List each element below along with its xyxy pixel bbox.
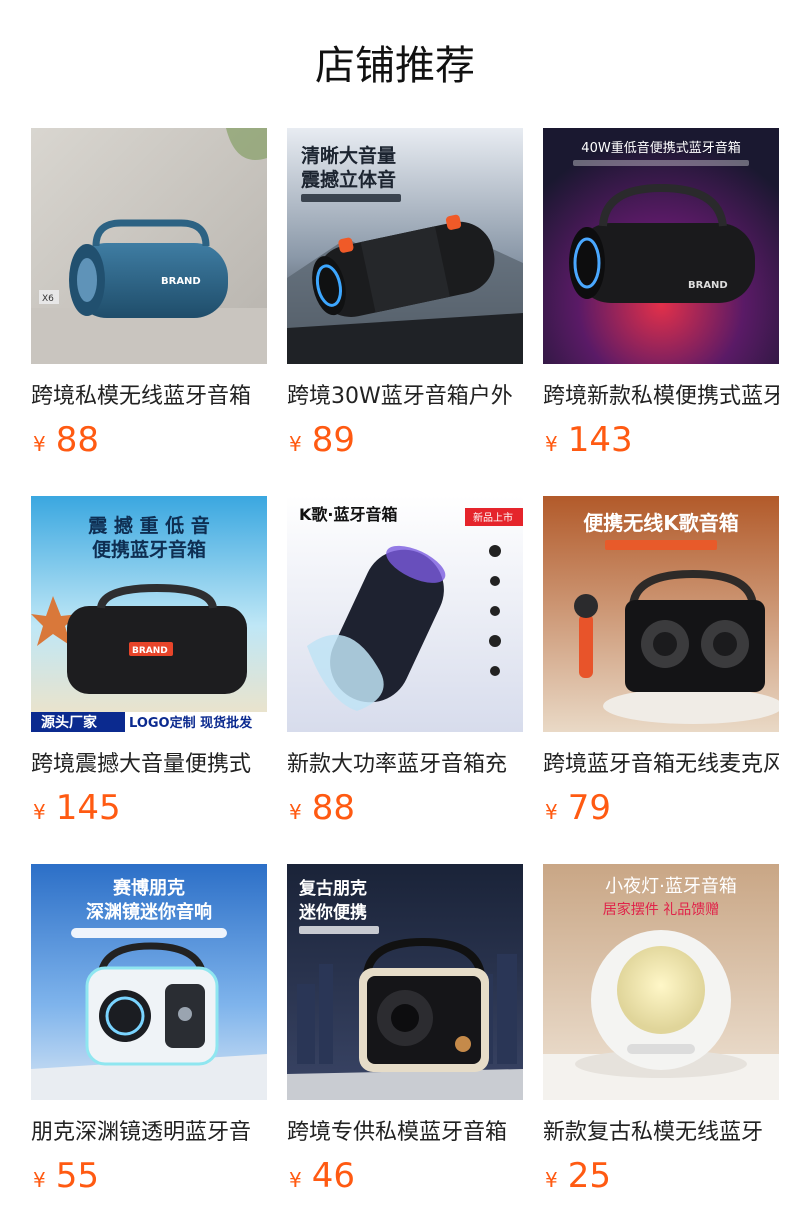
currency-symbol: ¥ bbox=[33, 432, 46, 456]
headline-line-1: 震 撼 重 低 音 bbox=[88, 514, 209, 537]
headline: K歌·蓝牙音箱 bbox=[299, 505, 397, 524]
brand-label: BRAND bbox=[688, 280, 728, 291]
product-name[interactable]: 跨境30W蓝牙音箱户外 bbox=[287, 382, 523, 412]
headline-line-2: 便携蓝牙音箱 bbox=[92, 538, 206, 561]
product-image[interactable]: K歌·蓝牙音箱 新品上市 bbox=[287, 496, 523, 732]
brand-label: BRAND bbox=[161, 276, 201, 287]
product-price: ¥ 46 bbox=[287, 1156, 523, 1196]
product-grid: BRAND X6 跨境私模无线蓝牙音箱 ¥ 88 清晰大音量 震撼立体音 跨境3… bbox=[31, 128, 790, 1232]
new-tag: 新品上市 bbox=[473, 511, 513, 524]
section-title: 店铺推荐 bbox=[315, 43, 475, 89]
headline-line-1: 赛博朋克 bbox=[112, 877, 185, 899]
product-image[interactable]: 震 撼 重 低 音 便携蓝牙音箱 BRAND 源头厂家 LOGO定制 现货批发 bbox=[31, 496, 267, 732]
product-image[interactable]: 小夜灯·蓝牙音箱 居家摆件 礼品馈赠 bbox=[543, 864, 779, 1100]
headline-line-2: 迷你便携 bbox=[298, 902, 367, 923]
headline: 小夜灯·蓝牙音箱 bbox=[605, 876, 737, 897]
product-name[interactable]: 跨境私模无线蓝牙音箱 bbox=[31, 382, 267, 412]
product-image[interactable]: 便携无线K歌音箱 bbox=[543, 496, 779, 732]
product-card[interactable]: 便携无线K歌音箱 跨境蓝牙音箱无线麦克风 ¥ 79 bbox=[543, 496, 779, 864]
product-name[interactable]: 新款大功率蓝牙音箱充 bbox=[287, 750, 523, 780]
price-amount: 145 bbox=[55, 788, 121, 828]
product-price: ¥ 145 bbox=[31, 788, 267, 828]
product-image[interactable]: 赛博朋克 深渊镜迷你音响 bbox=[31, 864, 267, 1100]
price-amount: 79 bbox=[567, 788, 611, 828]
product-price: ¥ 79 bbox=[543, 788, 779, 828]
currency-symbol: ¥ bbox=[545, 432, 558, 456]
price-amount: 46 bbox=[311, 1156, 355, 1196]
banner-left: 源头厂家 bbox=[41, 714, 98, 731]
product-name[interactable]: 跨境震撼大音量便携式 bbox=[31, 750, 267, 780]
currency-symbol: ¥ bbox=[289, 1168, 302, 1192]
currency-symbol: ¥ bbox=[545, 1168, 558, 1192]
currency-symbol: ¥ bbox=[289, 800, 302, 824]
price-amount: 88 bbox=[55, 420, 99, 460]
product-name[interactable]: 朋克深渊镜透明蓝牙音 bbox=[31, 1118, 267, 1148]
headline-line-1: 复古朋克 bbox=[298, 878, 367, 899]
product-image[interactable]: BRAND X6 bbox=[31, 128, 267, 364]
brand-label: BRAND bbox=[132, 646, 168, 656]
product-image[interactable]: 清晰大音量 震撼立体音 bbox=[287, 128, 523, 364]
price-amount: 88 bbox=[311, 788, 355, 828]
product-card[interactable]: 清晰大音量 震撼立体音 跨境30W蓝牙音箱户外 ¥ 89 bbox=[287, 128, 523, 496]
headline-line-2: 震撼立体音 bbox=[301, 168, 396, 191]
product-name[interactable]: 跨境专供私模蓝牙音箱 bbox=[287, 1118, 523, 1148]
product-name[interactable]: 新款复古私模无线蓝牙 bbox=[543, 1118, 779, 1148]
product-name[interactable]: 跨境蓝牙音箱无线麦克风 bbox=[543, 750, 779, 780]
currency-symbol: ¥ bbox=[33, 1168, 46, 1192]
model-badge: X6 bbox=[42, 294, 54, 304]
subline: 居家摆件 礼品馈赠 bbox=[603, 901, 719, 918]
shop-recommendation-page: 店铺推荐 BRAND X6 跨境私模无线蓝牙音箱 ¥ 88 清晰大音量 震撼立体… bbox=[0, 0, 790, 1232]
headline-line-2: 深渊镜迷你音响 bbox=[86, 901, 212, 923]
currency-symbol: ¥ bbox=[289, 432, 302, 456]
product-card[interactable]: 赛博朋克 深渊镜迷你音响 朋克深渊镜透明蓝牙音 ¥ 55 bbox=[31, 864, 267, 1232]
product-card[interactable]: 震 撼 重 低 音 便携蓝牙音箱 BRAND 源头厂家 LOGO定制 现货批发 … bbox=[31, 496, 267, 864]
currency-symbol: ¥ bbox=[545, 800, 558, 824]
product-price: ¥ 88 bbox=[31, 420, 267, 460]
product-price: ¥ 25 bbox=[543, 1156, 779, 1196]
price-amount: 143 bbox=[567, 420, 633, 460]
headline-line-1: 清晰大音量 bbox=[301, 144, 396, 167]
price-amount: 55 bbox=[55, 1156, 99, 1196]
product-image[interactable]: 40W重低音便携式蓝牙音箱 BRAND bbox=[543, 128, 779, 364]
headline: 便携无线K歌音箱 bbox=[583, 511, 739, 535]
product-image[interactable]: 复古朋克 迷你便携 bbox=[287, 864, 523, 1100]
headline: 40W重低音便携式蓝牙音箱 bbox=[581, 140, 740, 156]
product-price: ¥ 143 bbox=[543, 420, 779, 460]
product-card[interactable]: 小夜灯·蓝牙音箱 居家摆件 礼品馈赠 新款复古私模无线蓝牙 ¥ 25 bbox=[543, 864, 779, 1232]
product-card[interactable]: 40W重低音便携式蓝牙音箱 BRAND 跨境新款私模便携式蓝牙 ¥ 143 bbox=[543, 128, 779, 496]
product-price: ¥ 89 bbox=[287, 420, 523, 460]
product-card[interactable]: BRAND X6 跨境私模无线蓝牙音箱 ¥ 88 bbox=[31, 128, 267, 496]
product-card[interactable]: K歌·蓝牙音箱 新品上市 新款大功率蓝牙音箱充 ¥ 88 bbox=[287, 496, 523, 864]
product-card[interactable]: 复古朋克 迷你便携 跨境专供私模蓝牙音箱 ¥ 46 bbox=[287, 864, 523, 1232]
banner-right: LOGO定制 现货批发 bbox=[129, 715, 253, 731]
price-amount: 25 bbox=[567, 1156, 611, 1196]
product-name[interactable]: 跨境新款私模便携式蓝牙 bbox=[543, 382, 779, 412]
product-price: ¥ 55 bbox=[31, 1156, 267, 1196]
product-price: ¥ 88 bbox=[287, 788, 523, 828]
currency-symbol: ¥ bbox=[33, 800, 46, 824]
price-amount: 89 bbox=[311, 420, 355, 460]
